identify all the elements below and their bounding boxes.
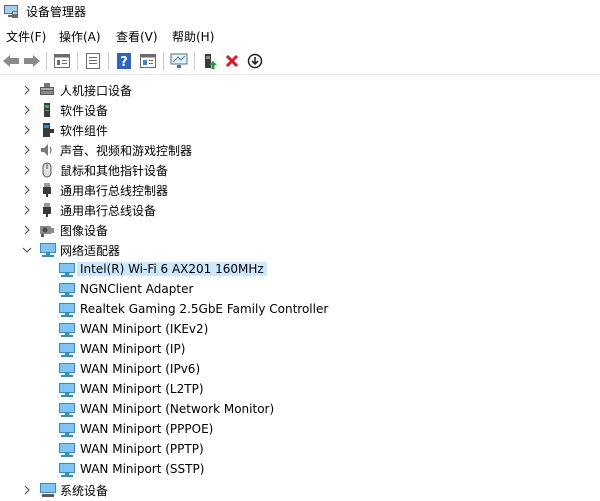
menu-help[interactable]: 帮助(H) — [172, 28, 214, 45]
network-adapter-icon — [58, 382, 75, 398]
properties-icon[interactable] — [52, 51, 72, 71]
forward-icon[interactable] — [22, 51, 42, 71]
device-label: WAN Miniport (L2TP) — [80, 382, 204, 396]
chevron-right-icon[interactable] — [21, 204, 33, 216]
network-adapter-icon — [58, 442, 75, 458]
tree-device[interactable]: WAN Miniport (PPTP) — [0, 440, 600, 460]
chevron-right-icon[interactable] — [21, 124, 33, 136]
toolbar-separator — [163, 52, 164, 70]
toolbar-separator — [194, 52, 195, 70]
software-device-icon — [39, 102, 55, 118]
device-label: WAN Miniport (IP) — [80, 342, 186, 356]
tree-device[interactable]: Realtek Gaming 2.5GbE Family Controller — [0, 300, 600, 320]
category-label: 声音、视频和游戏控制器 — [60, 144, 193, 158]
tree-device[interactable]: WAN Miniport (SSTP) — [0, 460, 600, 480]
network-adapter-icon — [58, 302, 75, 318]
back-icon[interactable] — [1, 51, 21, 71]
network-adapter-icon — [58, 362, 75, 378]
usb-icon — [39, 202, 55, 218]
network-adapter-icon — [58, 402, 75, 418]
category-label: 软件组件 — [60, 124, 109, 138]
tree-device[interactable]: WAN Miniport (Network Monitor) — [0, 400, 600, 420]
tree-device[interactable]: WAN Miniport (L2TP) — [0, 380, 600, 400]
device-manager-icon — [3, 3, 19, 19]
toolbar-separator — [46, 52, 47, 70]
chevron-right-icon[interactable] — [21, 184, 33, 196]
category-label: 图像设备 — [60, 224, 109, 238]
monitor-icon[interactable] — [169, 51, 189, 71]
hid-icon — [39, 82, 55, 98]
chevron-right-icon[interactable] — [21, 164, 33, 176]
help-icon[interactable]: ? — [114, 51, 134, 71]
tree-device[interactable]: Intel(R) Wi-Fi 6 AX201 160MHz — [0, 260, 600, 280]
chevron-right-icon[interactable] — [21, 104, 33, 116]
tree-device[interactable]: NGNClient Adapter — [0, 280, 600, 300]
title-bar: 设备管理器 — [0, 0, 600, 24]
network-adapter-icon — [58, 322, 75, 338]
device-label: Intel(R) Wi-Fi 6 AX201 160MHz — [77, 262, 267, 276]
category-label: 人机接口设备 — [60, 84, 133, 98]
tree-category[interactable]: 系统设备 — [0, 480, 600, 500]
usb-icon — [39, 182, 55, 198]
menu-view[interactable]: 查看(V) — [116, 28, 158, 45]
chevron-right-icon[interactable] — [21, 484, 33, 496]
tree-category[interactable]: 软件设备 — [0, 100, 600, 120]
toolbar: ? — [0, 48, 600, 75]
svg-text:?: ? — [120, 55, 128, 69]
tree-device[interactable]: WAN Miniport (PPPOE) — [0, 420, 600, 440]
category-label: 软件设备 — [60, 104, 109, 118]
menu-file[interactable]: 文件(F) — [6, 28, 46, 45]
window-title: 设备管理器 — [26, 5, 87, 19]
system-device-icon — [39, 482, 56, 498]
device-label: WAN Miniport (IPv6) — [80, 362, 201, 376]
chevron-right-icon[interactable] — [21, 144, 33, 156]
network-adapter-icon — [58, 282, 75, 298]
list-icon[interactable] — [83, 51, 103, 71]
tree-device[interactable]: WAN Miniport (IPv6) — [0, 360, 600, 380]
tree-category[interactable]: 软件组件 — [0, 120, 600, 140]
software-component-icon — [39, 122, 55, 138]
network-adapter-icon — [58, 342, 75, 358]
category-label: 系统设备 — [60, 484, 109, 498]
device-label: WAN Miniport (Network Monitor) — [80, 402, 275, 416]
device-label: Realtek Gaming 2.5GbE Family Controller — [80, 302, 329, 316]
disable-icon[interactable] — [245, 51, 265, 71]
tree-category[interactable]: 鼠标和其他指针设备 — [0, 160, 600, 180]
toolbar-separator — [77, 52, 78, 70]
device-label: WAN Miniport (PPTP) — [80, 442, 204, 456]
menu-action[interactable]: 操作(A) — [59, 28, 101, 45]
device-label: WAN Miniport (PPPOE) — [80, 422, 214, 436]
uninstall-icon[interactable] — [222, 51, 242, 71]
network-adapter-icon — [58, 422, 75, 438]
panel-icon[interactable] — [138, 51, 158, 71]
network-adapter-icon — [58, 462, 75, 478]
device-label: WAN Miniport (SSTP) — [80, 462, 205, 476]
network-adapter-icon — [58, 262, 75, 278]
update-driver-icon[interactable] — [200, 51, 220, 71]
tree-category[interactable]: 通用串行总线设备 — [0, 200, 600, 220]
chevron-right-icon[interactable] — [21, 84, 33, 96]
speaker-icon — [39, 142, 55, 158]
tree-category[interactable]: 图像设备 — [0, 220, 600, 240]
tree-category-network-adapters[interactable]: 网络适配器 — [0, 240, 600, 260]
camera-icon — [39, 222, 55, 238]
chevron-down-icon[interactable] — [21, 244, 33, 256]
device-tree: 人机接口设备 软件设备软件组件声音、视频和游戏控制器 鼠标和其他指针设备 通用串行总线… — [0, 78, 600, 499]
tree-device[interactable]: WAN Miniport (IKEv2) — [0, 320, 600, 340]
category-label: 通用串行总线控制器 — [60, 184, 169, 198]
device-label: WAN Miniport (IKEv2) — [80, 322, 209, 336]
tree-category[interactable]: 声音、视频和游戏控制器 — [0, 140, 600, 160]
category-label: 通用串行总线设备 — [60, 204, 157, 218]
toolbar-separator — [108, 52, 109, 70]
category-label: 网络适配器 — [60, 244, 121, 258]
mouse-icon — [39, 162, 55, 178]
chevron-right-icon[interactable] — [21, 224, 33, 236]
menu-bar: 文件(F) 操作(A) 查看(V) 帮助(H) — [0, 26, 600, 46]
tree-category[interactable]: 通用串行总线控制器 — [0, 180, 600, 200]
network-adapter-icon — [39, 242, 56, 258]
tree-device[interactable]: WAN Miniport (IP) — [0, 340, 600, 360]
category-label: 鼠标和其他指针设备 — [60, 164, 169, 178]
tree-category[interactable]: 人机接口设备 — [0, 80, 600, 100]
device-label: NGNClient Adapter — [80, 282, 194, 296]
